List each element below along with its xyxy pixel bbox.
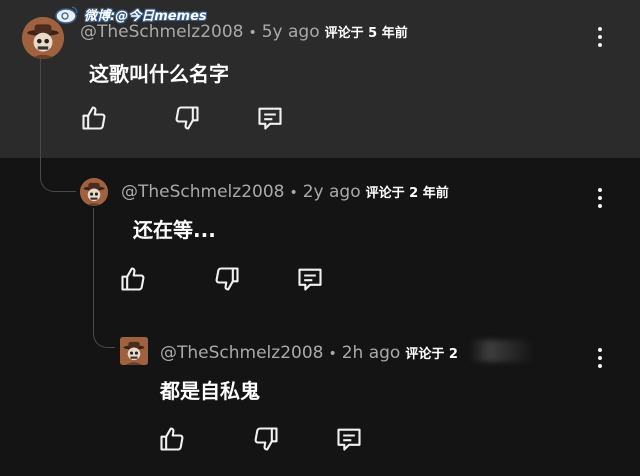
dislike-button[interactable] xyxy=(172,103,202,133)
thread-connector-2 xyxy=(93,208,115,348)
reply-button[interactable] xyxy=(295,264,325,294)
author-handle[interactable]: @TheSchmelz2008 xyxy=(80,22,243,42)
avatar[interactable] xyxy=(120,337,148,365)
more-options-button[interactable] xyxy=(590,24,610,50)
thread-connector-1 xyxy=(40,58,76,192)
avatar[interactable] xyxy=(80,178,108,206)
avatar[interactable] xyxy=(22,17,64,59)
comment-text: 还在等... xyxy=(133,218,216,242)
comment-text: 都是自私鬼 xyxy=(160,379,260,403)
more-vertical-icon xyxy=(598,188,602,192)
cowboy-avatar-icon xyxy=(22,17,64,59)
separator-dot: • xyxy=(289,185,298,201)
thumbs-up-icon xyxy=(82,106,106,130)
more-vertical-icon xyxy=(598,348,602,352)
comment-age: 5y ago xyxy=(261,22,320,42)
thumbs-down-icon xyxy=(254,427,278,451)
author-handle[interactable]: @TheSchmelz2008 xyxy=(121,182,284,202)
thumbs-up-icon xyxy=(121,267,145,291)
reply-button[interactable] xyxy=(334,424,364,454)
comment-age: 2h ago xyxy=(341,343,401,363)
reply-comment-icon xyxy=(258,107,282,130)
like-button[interactable] xyxy=(118,264,148,294)
reply-button[interactable] xyxy=(255,103,285,133)
author-handle[interactable]: @TheSchmelz2008 xyxy=(160,343,323,363)
more-vertical-icon xyxy=(598,27,602,31)
like-button[interactable] xyxy=(79,103,109,133)
obscured-text-region xyxy=(470,340,534,362)
thumbs-down-icon xyxy=(175,106,199,130)
weibo-logo-icon xyxy=(55,6,78,24)
thumbs-up-icon xyxy=(160,427,184,451)
like-button[interactable] xyxy=(157,424,187,454)
thumbs-down-icon xyxy=(215,267,239,291)
cowboy-avatar-icon xyxy=(120,337,148,365)
cowboy-avatar-icon xyxy=(80,178,108,206)
reply-comment-icon xyxy=(337,428,361,451)
comment-age-translation: 评论于 2 xyxy=(405,347,458,362)
dislike-button[interactable] xyxy=(212,264,242,294)
comment-meta: @TheSchmelz2008 • 2h ago 评论于 2 xyxy=(160,343,458,363)
comment-meta: @TheSchmelz2008 • 5y ago 评论于 5 年前 xyxy=(80,22,408,42)
comment-meta: @TheSchmelz2008 • 2y ago 评论于 2 年前 xyxy=(121,182,449,202)
more-options-button[interactable] xyxy=(590,185,610,211)
comment-text: 这歌叫什么名字 xyxy=(89,62,229,86)
comment-age-translation: 评论于 2 年前 xyxy=(365,186,449,201)
more-options-button[interactable] xyxy=(590,345,610,371)
separator-dot: • xyxy=(248,25,257,41)
dislike-button[interactable] xyxy=(251,424,281,454)
reply-comment-icon xyxy=(298,268,322,291)
separator-dot: • xyxy=(328,346,337,362)
comment-age-translation: 评论于 5 年前 xyxy=(324,26,408,41)
watermark-text: 微博:@今日memes xyxy=(84,8,207,24)
comment-age: 2y ago xyxy=(302,182,361,202)
